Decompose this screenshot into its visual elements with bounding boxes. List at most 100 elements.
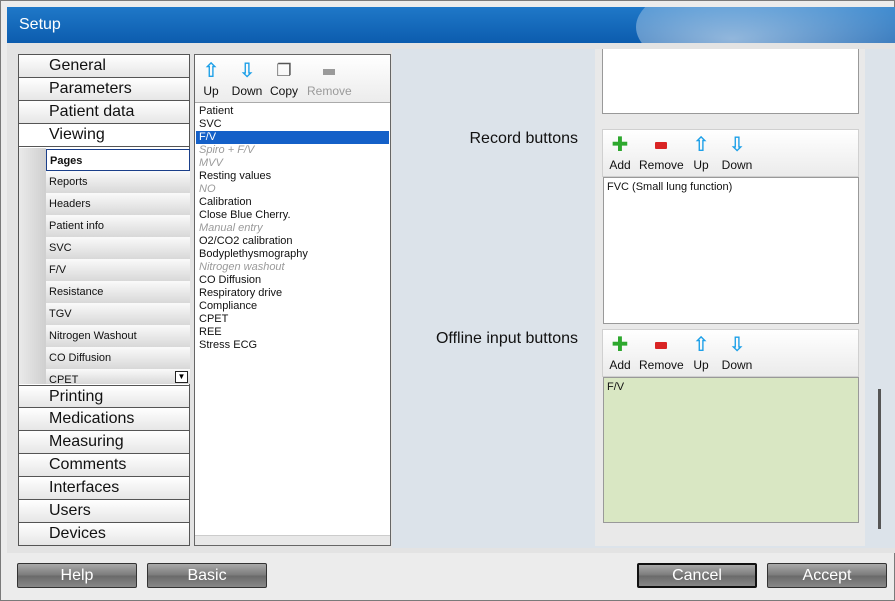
record-up-button[interactable]: ⇧ Up — [691, 132, 711, 172]
window-title: Setup — [19, 16, 61, 33]
offline-remove-label: Remove — [639, 358, 684, 372]
cancel-button[interactable]: Cancel — [637, 563, 757, 588]
nav-category-viewing[interactable]: Viewing — [19, 124, 189, 147]
arrow-down-icon: ⇩ — [728, 334, 746, 356]
help-button[interactable]: Help — [17, 563, 137, 588]
record-buttons-list[interactable]: FVC (Small lung function) — [603, 177, 859, 324]
page-list-item[interactable]: Spiro + F/V — [196, 144, 389, 157]
nav-category-medications[interactable]: Medications — [19, 408, 189, 431]
nav-category-measuring[interactable]: Measuring — [19, 431, 189, 454]
subnav-item-tgv[interactable]: TGV — [46, 303, 190, 325]
offline-remove-button[interactable]: Remove — [639, 332, 684, 372]
page-list-item[interactable]: SVC — [196, 118, 389, 131]
record-add-button[interactable]: ✚ Add — [607, 132, 633, 172]
record-buttons-label: Record buttons — [469, 130, 578, 147]
record-down-button[interactable]: ⇩ Down — [721, 132, 753, 172]
page-list-item[interactable]: NO — [196, 183, 389, 196]
page-list-item[interactable]: CO Diffusion — [196, 274, 389, 287]
pages-panel: ⇧ Up ⇩ Down ❐ Copy Remove Patient SVC F/V S… — [194, 54, 391, 546]
subnav-item-co-diffusion[interactable]: CO Diffusion — [46, 347, 190, 369]
page-list-item[interactable]: Close Blue Cherry. — [196, 209, 389, 222]
subnav-item-svc[interactable]: SVC — [46, 237, 190, 259]
page-list-item[interactable]: O2/CO2 calibration — [196, 235, 389, 248]
subnav-item-reports[interactable]: Reports — [46, 171, 190, 193]
record-add-label: Add — [609, 158, 631, 172]
config-vertical-scrollbar[interactable] — [878, 389, 881, 529]
remove-icon — [639, 132, 683, 158]
pages-copy-button[interactable]: ❐ Copy — [269, 58, 299, 98]
plus-icon: ✚ — [611, 134, 629, 156]
offline-up-label: Up — [693, 358, 709, 372]
basic-button[interactable]: Basic — [147, 563, 267, 588]
arrow-up-icon: ⇧ — [202, 60, 220, 82]
record-up-label: Up — [693, 158, 709, 172]
page-list-item[interactable]: Patient — [196, 105, 389, 118]
page-list-item[interactable]: Manual entry — [196, 222, 389, 235]
record-remove-label: Remove — [639, 158, 684, 172]
top-list-box — [602, 49, 859, 114]
record-down-label: Down — [721, 158, 753, 172]
setup-window: Setup General Parameters Patient data Vi… — [0, 0, 895, 601]
nav-category-users[interactable]: Users — [19, 500, 189, 523]
pages-remove-button[interactable]: Remove — [307, 58, 352, 98]
page-list-item[interactable]: F/V — [196, 131, 389, 144]
page-list-item[interactable]: Stress ECG — [196, 339, 389, 352]
list-item[interactable]: FVC (Small lung function) — [607, 181, 855, 193]
pages-up-button[interactable]: ⇧ Up — [201, 58, 221, 98]
pages-horizontal-scrollbar[interactable] — [195, 535, 390, 545]
pages-list: Patient SVC F/V Spiro + F/V MVV Resting value… — [196, 105, 389, 352]
arrow-up-icon: ⇧ — [692, 334, 710, 356]
page-list-item[interactable]: MVV — [196, 157, 389, 170]
offline-down-button[interactable]: ⇩ Down — [721, 332, 753, 372]
subnav-gutter — [19, 148, 46, 384]
page-list-item[interactable]: CPET — [196, 313, 389, 326]
page-list-item[interactable]: Nitrogen washout — [196, 261, 389, 274]
nav-category-parameters[interactable]: Parameters — [19, 78, 189, 101]
pages-down-label: Down — [231, 84, 263, 98]
accept-button[interactable]: Accept — [767, 563, 887, 588]
nav-category-patient-data[interactable]: Patient data — [19, 101, 189, 124]
page-list-item[interactable]: Calibration — [196, 196, 389, 209]
page-list-item[interactable]: Respiratory drive — [196, 287, 389, 300]
plus-icon: ✚ — [611, 334, 629, 356]
copy-icon: ❐ — [276, 61, 292, 80]
nav-category-comments[interactable]: Comments — [19, 454, 189, 477]
arrow-up-icon: ⇧ — [692, 134, 710, 156]
record-buttons-toolbar: ✚ Add Remove ⇧ Up ⇩ Down — [602, 129, 859, 177]
offline-input-buttons-list[interactable]: F/V — [603, 377, 859, 523]
remove-icon — [639, 332, 683, 358]
title-bar: Setup — [7, 7, 895, 43]
record-remove-button[interactable]: Remove — [639, 132, 684, 172]
subnav-item-fv[interactable]: F/V — [46, 259, 190, 281]
offline-down-label: Down — [721, 358, 753, 372]
scroll-down-icon[interactable]: ▼ — [175, 371, 188, 383]
nav-category-printing[interactable]: Printing — [19, 385, 189, 408]
arrow-down-icon: ⇩ — [728, 134, 746, 156]
pages-toolbar: ⇧ Up ⇩ Down ❐ Copy Remove — [195, 55, 390, 103]
subnav-item-cpet[interactable]: CPET — [46, 369, 190, 384]
list-item[interactable]: F/V — [607, 381, 855, 393]
subnav-item-patient-info[interactable]: Patient info — [46, 215, 190, 237]
pages-copy-label: Copy — [269, 84, 298, 98]
pages-remove-label: Remove — [307, 84, 352, 98]
offline-buttons-toolbar: ✚ Add Remove ⇧ Up ⇩ Down — [602, 329, 859, 377]
offline-up-button[interactable]: ⇧ Up — [691, 332, 711, 372]
subnav-item-resistance[interactable]: Resistance — [46, 281, 190, 303]
nav-category-devices[interactable]: Devices — [19, 523, 189, 546]
offline-add-label: Add — [609, 358, 631, 372]
page-list-item[interactable]: Compliance — [196, 300, 389, 313]
category-nav: General Parameters Patient data Viewing … — [18, 54, 190, 546]
subnav-item-nitrogen-washout[interactable]: Nitrogen Washout — [46, 325, 190, 347]
page-list-item[interactable]: Bodyplethysmography — [196, 248, 389, 261]
remove-icon — [307, 58, 351, 84]
offline-input-buttons-label: Offline input buttons — [435, 330, 578, 347]
subnav-item-pages[interactable]: Pages — [46, 149, 190, 171]
arrow-down-icon: ⇩ — [238, 60, 256, 82]
nav-category-interfaces[interactable]: Interfaces — [19, 477, 189, 500]
page-list-item[interactable]: Resting values — [196, 170, 389, 183]
page-list-item[interactable]: REE — [196, 326, 389, 339]
subnav-item-headers[interactable]: Headers — [46, 193, 190, 215]
offline-add-button[interactable]: ✚ Add — [607, 332, 633, 372]
nav-category-general[interactable]: General — [19, 55, 189, 78]
pages-down-button[interactable]: ⇩ Down — [231, 58, 263, 98]
